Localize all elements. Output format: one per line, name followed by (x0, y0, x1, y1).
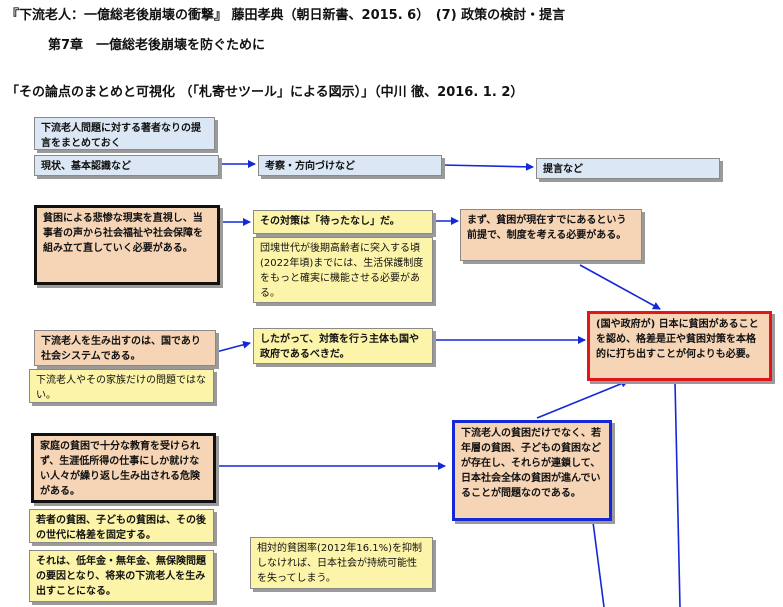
stage-label-current: 現状、基本認識など (34, 155, 219, 176)
card-poverty-premise: まず、貧困が現在すでにあるという前提で、制度を考える必要がある。 (460, 209, 642, 261)
card-poverty-chain: 下流老人の貧困だけでなく、若年層の貧困、子どもの貧困などが存在し、それらが連鎖し… (452, 420, 612, 521)
card-relative-poverty: 相対的貧困率(2012年16.1%)を抑制しなければ、日本社会が持続可能性を失っ… (250, 537, 433, 589)
card-pension-problem: それは、低年金・無年金、無保険問題の要因となり、将来の下流老人を生み出すことにな… (29, 550, 214, 602)
stage-label-consideration: 考察・方向づけなど (258, 155, 442, 176)
card-education-poverty: 家庭の貧困で十分な教育を受けられず、生涯低所得の仕事にしか就けない人々が繰り返し… (31, 433, 216, 503)
card-actor-government: したがって、対策を行う主体も国や政府であるべきだ。 (253, 328, 433, 364)
line-c5-down (674, 381, 681, 607)
card-youth-poverty: 若者の貧困、子どもの貧困は、その後の世代に格差を固定する。 (29, 509, 214, 543)
arrow-c4-c5 (579, 264, 661, 310)
line-c13-down (592, 521, 605, 607)
arrow-stage2-stage3 (441, 162, 534, 171)
arrow-c6-c8 (215, 340, 251, 353)
stage-label-proposal: 提言など (536, 158, 720, 179)
card-state-produces: 下流老人を生み出すのは、国であり社会システムである。 (34, 330, 216, 366)
arrow-c13-c5 (536, 379, 629, 419)
card-not-only-family: 下流老人やその家族だけの問題ではない。 (29, 369, 214, 403)
card-urgent: その対策は「待ったなし」だ。 (253, 210, 433, 234)
card-face-reality: 貧困による悲惨な現実を直視し、当事者の声から社会福祉や社会保障を組み立て直してい… (34, 205, 220, 285)
card-government-action: (国や政府が) 日本に貧困があることを認め、格差是正や貧困対策を本格的に打ち出す… (587, 311, 772, 381)
top-note: 下流老人問題に対する著者なりの提言をまとめておく (34, 117, 215, 150)
card-baby-boomers: 団塊世代が後期高齢者に突入する頃(2022年頃)までには、生活保護制度をもっと確… (253, 237, 433, 303)
